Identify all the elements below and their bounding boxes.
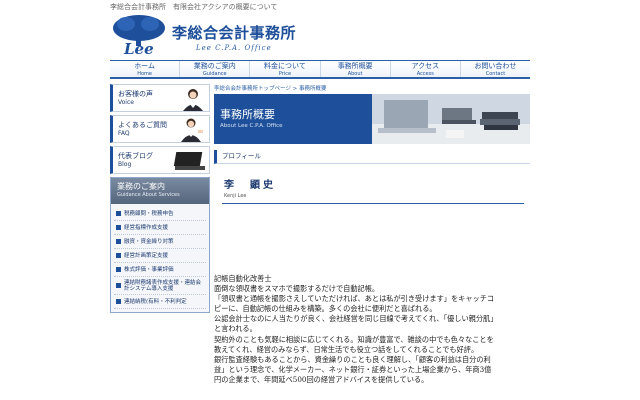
- guidance-item[interactable]: 経営指標作成支援: [114, 221, 206, 235]
- guidance-header: 業務のご案内 Guidance About Services: [111, 178, 209, 204]
- guidance-item[interactable]: 経営計画策定支援: [114, 249, 206, 263]
- profile-line: 記帳自動化改善士: [214, 274, 272, 283]
- nav-label-en: Guidance: [202, 71, 227, 77]
- card-label-en: FAQ: [118, 130, 130, 137]
- guidance-item[interactable]: 連結財務諸表作成支援・連結会計システム導入支援: [114, 277, 206, 295]
- guidance-item-label: 税務顧問・税務申告: [124, 210, 174, 217]
- profile-line: 面倒な領収書をスマホで撮影するだけで自動記帳。: [214, 284, 380, 294]
- profile-line: と言われる。: [214, 324, 257, 334]
- guidance-menu: 業務のご案内 Guidance About Services 税務顧問・税務申告…: [110, 177, 210, 313]
- guidance-item-label: 経営指標作成支援: [124, 224, 169, 231]
- main-content: 李総合会計事務所トップページ > 事務所概要 事務所概要 About Lee C…: [214, 84, 530, 384]
- profile-line: 契約外のことも気軽に相談に応じてくれる。知識が豊富で、雑談の中でも色々なことを: [214, 334, 494, 344]
- bullet-icon: [116, 267, 121, 272]
- sidebar: お客様の声 Voice よくあるご質問 FAQ 代表ブログ Blog 業務のご案…: [110, 84, 210, 313]
- site-description: 李総合会計事務所 有限会社アクシアの概要について: [110, 3, 278, 11]
- guidance-list: 税務顧問・税務申告 経営指標作成支援 融資・資金繰り対策 経営計画策定支援 株式…: [111, 204, 209, 312]
- brand-title[interactable]: 李総合会計事務所: [172, 22, 296, 43]
- site-header: Lee 李総合会計事務所 Lee C.P.A. Office: [110, 14, 530, 60]
- guidance-item[interactable]: 株式評価・事業評価: [114, 263, 206, 277]
- global-nav: ホーム Home 業務のご案内 Guidance 料金について Price 事務所概要…: [110, 60, 530, 79]
- bullet-icon: [116, 299, 121, 304]
- bullet-icon: [116, 283, 121, 288]
- sidebar-card-faq[interactable]: よくあるご質問 FAQ: [110, 115, 210, 143]
- profile-line: 「領収書と通帳を撮影さえしていただければ、あとは私が引き受けます」をキャッチコ: [214, 294, 495, 304]
- profile-heading: プロフィール: [214, 150, 530, 164]
- page-subtitle: About Lee C.P.A. Office: [220, 123, 283, 129]
- guidance-item[interactable]: 税務顧問・税務申告: [114, 207, 206, 221]
- office-desk-photo: [372, 94, 530, 144]
- top-bar: 李総合会計事務所 有限会社アクシアの概要について: [0, 0, 640, 13]
- nav-price[interactable]: 料金について Price: [249, 61, 319, 77]
- nav-access[interactable]: アクセス Access: [389, 61, 460, 77]
- nav-label-en: Home: [137, 71, 152, 77]
- page-banner: 事務所概要 About Lee C.P.A. Office: [214, 94, 530, 144]
- bullet-icon: [116, 239, 121, 244]
- nav-label: 事務所概要: [337, 62, 373, 70]
- profile-line: 銀行監査経験もあることから、資金繰りのことも良く理解し、「顧客の利益は自分の利: [214, 354, 491, 364]
- sidebar-card-blog[interactable]: 代表ブログ Blog: [110, 146, 210, 174]
- nav-label-en: Access: [416, 71, 434, 77]
- breadcrumb[interactable]: 李総合会計事務所トップページ > 事務所概要: [214, 84, 530, 94]
- nav-label: アクセス: [411, 62, 440, 70]
- nav-about[interactable]: 事務所概要 About: [319, 61, 390, 77]
- brand-subtitle: Lee C.P.A. Office: [196, 44, 272, 52]
- nav-label-en: Contact: [485, 71, 506, 77]
- nav-label: 業務のご案内: [193, 62, 236, 70]
- guidance-item-label: 株式評価・事業評価: [124, 266, 174, 273]
- profile-line: 公認会計士なのに人当たりが良く、会社経営を同じ目線で考えてくれ、「優しい親分肌」: [214, 314, 498, 324]
- guidance-title: 業務のご案内: [117, 182, 165, 191]
- nav-label-en: Price: [278, 71, 292, 77]
- bullet-icon: [116, 253, 121, 258]
- nav-home[interactable]: ホーム Home: [110, 61, 179, 77]
- card-label: お客様の声: [118, 90, 153, 98]
- guidance-item[interactable]: 連結納税(有料・不利判定: [114, 295, 206, 309]
- card-label-en: Blog: [118, 161, 132, 168]
- profile-body: 記帳自動化改善士 面倒な領収書をスマホで撮影するだけで自動記帳。 「領収書と通帳…: [214, 274, 530, 385]
- logo-tree-icon[interactable]: Lee: [110, 14, 168, 56]
- sidebar-card-voice[interactable]: お客様の声 Voice: [110, 84, 210, 112]
- profile-line: 円の企業まで、年間延べ500回の経営アドバイスを提供している。: [214, 374, 429, 384]
- card-label-en: Voice: [118, 99, 134, 106]
- guidance-item-label: 融資・資金繰り対策: [124, 238, 174, 245]
- guidance-item-label: 経営計画策定支援: [124, 252, 169, 259]
- profile-line: 教えてくれ、経営のみならず、日常生活でも役立つ話をしてくれることでも好評。: [214, 344, 479, 354]
- nav-label: お問い合わせ: [474, 62, 517, 70]
- guidance-item[interactable]: 融資・資金繰り対策: [114, 235, 206, 249]
- profile-line: 益」という理念で、化学メーカー、ネット銀行・証券といった上場企業から、年商3億: [214, 364, 492, 374]
- nav-label-en: About: [347, 71, 363, 77]
- woman-headset-photo: [183, 89, 203, 111]
- nav-label: 料金について: [264, 62, 306, 70]
- guidance-item-label: 連結納税(有料・不利判定: [124, 298, 187, 305]
- card-label: よくあるご質問: [118, 121, 167, 129]
- nav-label: ホーム: [134, 62, 155, 70]
- divider: [222, 203, 524, 204]
- logo-text: Lee: [123, 40, 154, 56]
- bullet-icon: [116, 225, 121, 230]
- person-name: 李 顕史: [224, 180, 276, 191]
- nav-guidance[interactable]: 業務のご案内 Guidance: [179, 61, 249, 77]
- person-name-en: Kenji Lee: [224, 193, 247, 199]
- woman-gesturing-photo: [181, 118, 203, 142]
- bullet-icon: [116, 211, 121, 216]
- card-label: 代表ブログ: [118, 152, 153, 160]
- laptop-photo: [173, 152, 205, 170]
- guidance-item-label: 連結財務諸表作成支援・連結会計システム導入支援: [124, 279, 202, 292]
- page-title: 事務所概要: [220, 108, 275, 121]
- nav-contact[interactable]: お問い合わせ Contact: [459, 61, 530, 77]
- profile-line: ピーに、自動記帳の仕組みを構築。多くの会社に便利だと喜ばれる。: [214, 304, 437, 314]
- guidance-subtitle: Guidance About Services: [117, 192, 180, 198]
